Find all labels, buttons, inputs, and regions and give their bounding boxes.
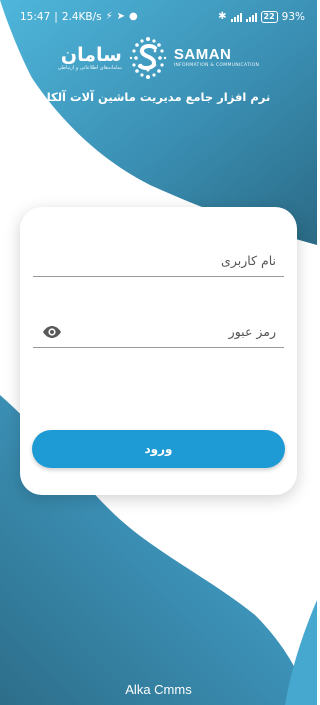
logo-tagline-en: INFORMATION & COMMUNICATION	[173, 63, 260, 68]
notification-icon: ●	[129, 11, 138, 22]
logo-persian: سامان سامانه‌های اطلاعاتی و ارتباطی	[58, 45, 122, 72]
username-input[interactable]	[33, 245, 284, 276]
eye-icon[interactable]	[42, 325, 62, 339]
logo-english: SAMAN INFORMATION & COMMUNICATION	[174, 47, 259, 69]
password-field	[33, 316, 284, 348]
data-saver-icon: ⚡	[105, 11, 113, 22]
status-bar-left: 15:47 | 2.4KB/s ⚡ ➤ ●	[20, 11, 138, 23]
logo-tagline-fa: سامانه‌های اطلاعاتی و ارتباطی	[57, 64, 122, 71]
battery-level: 22	[263, 12, 275, 21]
username-field	[33, 245, 284, 277]
logo-name-fa: سامان	[60, 43, 122, 66]
logo-name-en: SAMAN	[173, 46, 232, 63]
status-bar: 15:47 | 2.4KB/s ⚡ ➤ ● ✱ 22 93%	[0, 0, 317, 34]
status-time: 15:47	[20, 11, 51, 23]
status-divider: |	[54, 11, 58, 23]
app-subtitle: نرم افزار جامع مدیریت ماشین آلات آلکا	[46, 90, 271, 104]
bluetooth-icon: ✱	[218, 11, 227, 22]
logo-emblem-icon	[129, 37, 167, 79]
login-card: ورود	[20, 207, 297, 495]
footer-app-name: Alka Cmms	[125, 682, 192, 697]
status-bar-right: ✱ 22 93%	[218, 11, 305, 23]
battery-icon: 22	[260, 11, 278, 23]
battery-percent: 93%	[281, 11, 305, 23]
status-net-speed: 2.4KB/s	[61, 11, 102, 23]
paper-plane-icon: ➤	[116, 11, 126, 22]
password-input[interactable]	[33, 316, 284, 347]
saman-logo: سامان سامانه‌های اطلاعاتی و ارتباطی SAMA…	[0, 32, 317, 84]
signal-icon	[230, 12, 242, 22]
signal-4g-icon	[245, 12, 257, 22]
login-button[interactable]: ورود	[32, 430, 285, 468]
